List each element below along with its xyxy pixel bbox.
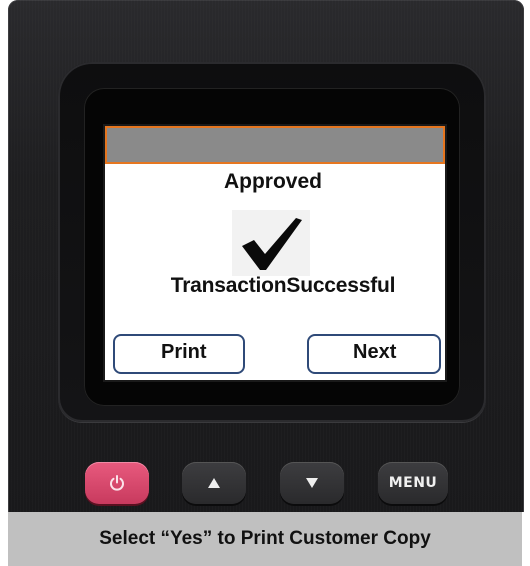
checkmark-icon xyxy=(232,210,310,276)
down-key[interactable] xyxy=(280,462,344,504)
terminal-screen: Approved TransactionSuccessful Print Nex… xyxy=(105,126,445,380)
down-arrow-icon xyxy=(306,478,318,488)
menu-key-label: MENU xyxy=(388,475,438,491)
transaction-message: TransactionSuccessful xyxy=(170,274,396,297)
power-icon xyxy=(110,475,124,491)
power-key[interactable] xyxy=(85,462,149,504)
screen-header-bar xyxy=(105,126,445,164)
print-button-label: Print xyxy=(161,341,207,363)
up-arrow-icon xyxy=(208,478,220,488)
print-button[interactable]: Print xyxy=(113,334,245,374)
instruction-caption: Select “Yes” to Print Customer Copy xyxy=(8,512,522,566)
instruction-caption-text: Select “Yes” to Print Customer Copy xyxy=(99,528,431,549)
payment-terminal: Approved TransactionSuccessful Print Nex… xyxy=(0,0,530,512)
next-button-label: Next xyxy=(353,341,397,363)
up-key[interactable] xyxy=(182,462,246,504)
next-button[interactable]: Next xyxy=(307,334,441,374)
approved-status-text: Approved xyxy=(223,170,322,193)
menu-key[interactable]: MENU xyxy=(378,462,448,504)
